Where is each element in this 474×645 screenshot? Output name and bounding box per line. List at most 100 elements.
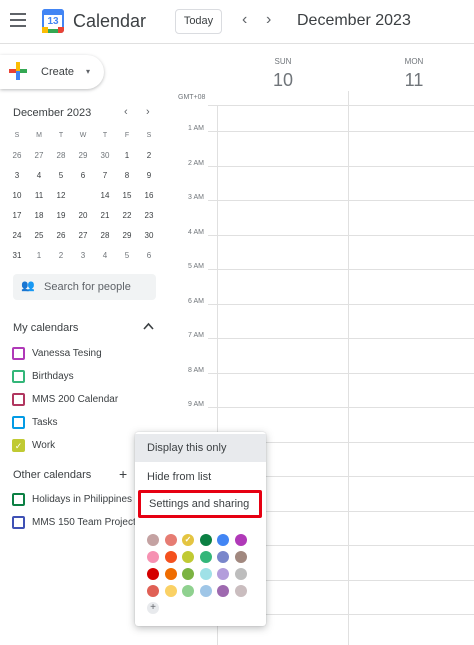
display-this-only-option[interactable]: Display this only	[135, 434, 266, 462]
hour-gridline	[208, 131, 474, 132]
calendar-checkbox[interactable]	[12, 416, 25, 429]
calendar-checkbox[interactable]	[12, 347, 25, 360]
mini-prev-month-icon[interactable]: ‹	[124, 106, 128, 118]
mini-calendar-day[interactable]: 18	[28, 206, 50, 226]
settings-and-sharing-option[interactable]: Settings and sharing	[138, 490, 262, 518]
color-swatch[interactable]	[199, 534, 212, 546]
mini-calendar-day[interactable]: 3	[6, 166, 28, 186]
weekday-label: W	[79, 132, 87, 139]
hour-gridline	[208, 303, 474, 305]
mini-calendar-day[interactable]: 30	[94, 146, 116, 166]
mini-calendar-day[interactable]: 6	[138, 246, 160, 266]
mini-calendar-day[interactable]: 24	[6, 226, 28, 246]
mini-calendar-day[interactable]: 27	[72, 226, 94, 246]
mini-next-month-icon[interactable]: ›	[146, 106, 150, 118]
color-swatch[interactable]	[164, 585, 177, 597]
mini-calendar-day[interactable]: 15	[116, 186, 138, 206]
mini-calendar-day[interactable]: 21	[94, 206, 116, 226]
mini-calendar-day[interactable]: 6	[72, 166, 94, 186]
mini-calendar-day[interactable]: 1	[28, 246, 50, 266]
mini-calendar-day[interactable]: 19	[50, 206, 72, 226]
mini-calendar-day[interactable]: 13	[72, 186, 94, 206]
mini-calendar-day[interactable]: 31	[6, 246, 28, 266]
mini-calendar-day[interactable]: 29	[72, 146, 94, 166]
calendar-checkbox[interactable]	[12, 516, 25, 529]
mini-calendar-day[interactable]: 5	[116, 246, 138, 266]
mini-calendar-day[interactable]: 26	[6, 146, 28, 166]
color-swatch[interactable]	[217, 551, 229, 563]
app-title[interactable]: Calendar	[73, 11, 146, 32]
hour-gridline	[208, 105, 474, 106]
color-swatch[interactable]	[234, 551, 247, 563]
color-swatch[interactable]	[147, 534, 159, 546]
color-swatch[interactable]	[164, 534, 177, 546]
color-swatch[interactable]	[234, 568, 247, 580]
mini-calendar-day[interactable]: 12	[50, 186, 72, 206]
color-swatch[interactable]	[217, 534, 229, 546]
mini-calendar-day[interactable]: 9	[138, 166, 160, 186]
next-period-icon[interactable]: ›	[266, 11, 271, 29]
color-swatch[interactable]	[199, 568, 212, 580]
today-button[interactable]: Today	[175, 9, 222, 34]
mini-calendar-day[interactable]: 14	[94, 186, 116, 206]
calendar-logo-icon[interactable]: 13	[42, 9, 64, 33]
mini-calendar-day[interactable]: 4	[28, 166, 50, 186]
mini-calendar-day[interactable]: 20	[72, 206, 94, 226]
calendar-name: Holidays in Philippines	[32, 494, 133, 505]
color-swatch[interactable]	[217, 568, 229, 580]
collapse-icon[interactable]	[143, 322, 154, 333]
my-calendars-heading[interactable]: My calendars	[13, 322, 78, 334]
previous-period-icon[interactable]: ‹	[242, 11, 247, 29]
mini-calendar-day[interactable]: 26	[50, 226, 72, 246]
mini-calendar-day[interactable]: 17	[6, 206, 28, 226]
hide-from-list-option[interactable]: Hide from list	[135, 463, 266, 491]
create-button[interactable]: Create ▾	[0, 55, 104, 89]
color-swatch[interactable]	[234, 585, 247, 597]
add-custom-color-icon[interactable]: +	[147, 602, 159, 614]
color-swatch[interactable]	[234, 534, 247, 546]
color-swatch[interactable]	[147, 551, 159, 563]
mini-calendar-day[interactable]: 23	[138, 206, 160, 226]
calendar-checkbox[interactable]	[12, 493, 25, 506]
mini-calendar-day[interactable]: 7	[94, 166, 116, 186]
color-swatch[interactable]	[182, 551, 194, 563]
color-swatch[interactable]	[182, 568, 194, 580]
mini-calendar-day[interactable]: 11	[28, 186, 50, 206]
hour-label: 4 AM	[188, 228, 204, 236]
color-swatch[interactable]	[147, 568, 159, 580]
color-swatch[interactable]	[217, 585, 229, 597]
calendar-checkbox[interactable]	[12, 393, 25, 406]
color-swatch[interactable]	[164, 568, 177, 580]
mini-calendar-day[interactable]: 28	[50, 146, 72, 166]
mini-calendar-day[interactable]: 22	[116, 206, 138, 226]
calendar-checkbox[interactable]: ✓	[12, 439, 25, 452]
color-swatch[interactable]	[147, 585, 159, 597]
other-calendars-heading[interactable]: Other calendars	[13, 469, 91, 481]
day-header-sun[interactable]: SUN 10	[218, 57, 348, 91]
mini-calendar-day[interactable]: 28	[94, 226, 116, 246]
color-swatch[interactable]	[182, 585, 194, 597]
mini-calendar-day[interactable]: 2	[138, 146, 160, 166]
add-calendar-icon[interactable]: +	[119, 466, 127, 482]
color-swatch[interactable]	[199, 585, 212, 597]
mini-calendar-day[interactable]: 5	[50, 166, 72, 186]
mini-calendar-day[interactable]: 4	[94, 246, 116, 266]
mini-calendar-day[interactable]: 27	[28, 146, 50, 166]
mini-calendar-day[interactable]: 3	[72, 246, 94, 266]
color-swatch[interactable]	[199, 551, 212, 563]
mini-calendar-day[interactable]: 30	[138, 226, 160, 246]
mini-calendar-day[interactable]: 25	[28, 226, 50, 246]
mini-calendar-day[interactable]: 16	[138, 186, 160, 206]
mini-calendar-day[interactable]: 2	[50, 246, 72, 266]
calendar-checkbox[interactable]	[12, 370, 25, 383]
mini-calendar-day[interactable]: 29	[116, 226, 138, 246]
mini-calendar-day[interactable]: 10	[6, 186, 28, 206]
color-swatch[interactable]: ✓	[182, 534, 194, 546]
mini-calendar-day[interactable]: 8	[116, 166, 138, 186]
search-people-input[interactable]: 👥 Search for people	[13, 274, 156, 300]
day-header-mon[interactable]: MON 11	[349, 57, 474, 91]
mini-calendar-day[interactable]: 1	[116, 146, 138, 166]
color-swatch[interactable]	[164, 551, 177, 563]
plus-icon	[9, 62, 27, 80]
main-menu-icon[interactable]	[10, 13, 26, 27]
